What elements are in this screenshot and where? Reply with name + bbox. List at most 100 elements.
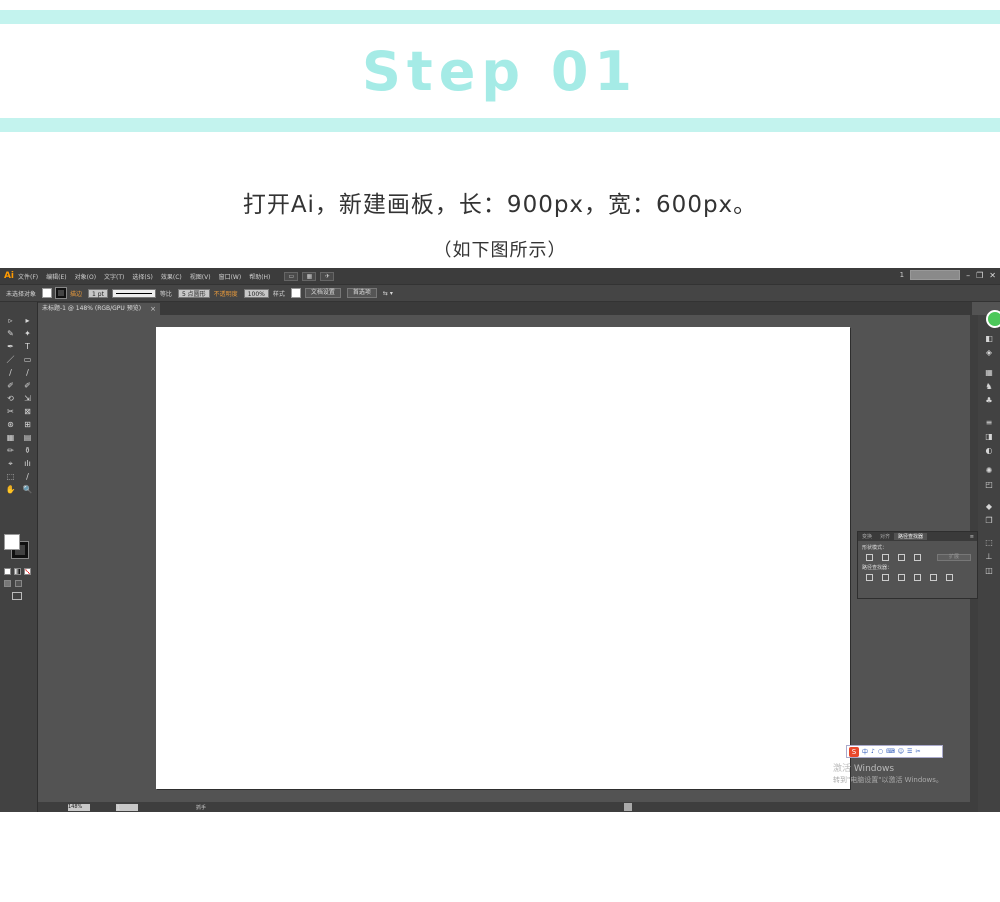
ime-tools-icon[interactable]: ✂ <box>915 748 920 755</box>
trim-icon[interactable] <box>882 574 889 581</box>
perspective-grid-tool-icon[interactable]: ⊞ <box>21 420 34 430</box>
draw-normal-icon[interactable] <box>4 580 11 587</box>
free-transform-tool-icon[interactable]: ⊠ <box>21 407 34 417</box>
menu-window[interactable]: 窗口(W) <box>219 272 242 281</box>
lasso-tool-icon[interactable]: ✦ <box>21 329 34 339</box>
swatches-icon[interactable]: ▦ <box>984 369 994 377</box>
slice-tool-icon[interactable]: ∕ <box>21 472 34 482</box>
shape-builder-tool-icon[interactable]: ⊛ <box>4 420 17 430</box>
menu-help[interactable]: 帮助(H) <box>249 272 270 281</box>
ime-emoji-icon[interactable]: ☺ <box>898 748 904 755</box>
menu-view[interactable]: 视图(V) <box>190 272 211 281</box>
stroke-panel-icon[interactable]: ≡ <box>984 419 994 427</box>
menu-effect[interactable]: 效果(C) <box>161 272 182 281</box>
none-mode-icon[interactable] <box>24 568 31 575</box>
symbol-sprayer-tool-icon[interactable]: ⌖ <box>4 459 17 469</box>
artboard-navigation-field[interactable]: 1 <box>116 803 138 812</box>
gradient-tool-icon[interactable]: ▤ <box>21 433 34 443</box>
merge-icon[interactable] <box>898 574 905 581</box>
graphic-style-swatch[interactable] <box>290 288 301 298</box>
divide-icon[interactable] <box>866 574 873 581</box>
notification-badge-icon[interactable] <box>986 310 1000 328</box>
layers-icon[interactable]: ◆ <box>984 503 994 511</box>
blend-tool-icon[interactable]: ⚱ <box>21 446 34 456</box>
workspace-switcher[interactable]: 1 <box>900 271 904 279</box>
horizontal-scrollbar-thumb[interactable] <box>624 803 632 811</box>
menu-edit[interactable]: 编辑(E) <box>46 272 66 281</box>
rectangle-tool-icon[interactable]: ▭ <box>21 355 34 365</box>
rotate-tool-icon[interactable]: ⟲ <box>4 394 17 404</box>
gradient-mode-icon[interactable] <box>14 568 21 575</box>
minus-back-icon[interactable] <box>946 574 953 581</box>
tab-untitled-1[interactable]: 未标题-1 @ 148% (RGB/GPU 预览) × <box>38 303 160 315</box>
ime-punct-icon[interactable]: ○ <box>878 748 883 755</box>
eyedropper-tool-icon[interactable]: ✏ <box>4 446 17 456</box>
stroke-weight-field[interactable]: 1 pt <box>88 288 108 298</box>
gradient-panel-icon[interactable]: ◨ <box>984 433 994 441</box>
artboard-tool-icon[interactable]: ⬚ <box>4 472 17 482</box>
width-tool-icon[interactable]: ✂ <box>4 407 17 417</box>
fill-swatch[interactable] <box>42 288 53 298</box>
ime-chinese-icon[interactable]: 中 <box>862 747 868 756</box>
ime-menu-icon[interactable]: ☰ <box>907 748 912 755</box>
align-icon[interactable]: ⊥ <box>984 553 994 561</box>
color-panel-icon[interactable]: ◧ <box>984 335 994 343</box>
exclude-icon[interactable] <box>914 554 921 561</box>
document-setup-button[interactable]: 文档设置 <box>304 288 341 298</box>
artboard[interactable] <box>156 327 850 789</box>
menu-object[interactable]: 对象(O) <box>75 272 96 281</box>
search-input[interactable] <box>910 270 961 280</box>
hand-tool-icon[interactable]: ✋ <box>4 485 17 495</box>
minus-front-icon[interactable] <box>882 554 889 561</box>
magic-wand-tool-icon[interactable]: ✎ <box>4 329 17 339</box>
selection-tool-icon[interactable]: ▹ <box>4 316 17 326</box>
pen-tool-icon[interactable]: ✒ <box>4 342 17 352</box>
menu-type[interactable]: 文字(T) <box>104 272 124 281</box>
column-graph-tool-icon[interactable]: ılı <box>21 459 34 469</box>
artboards-icon[interactable]: ❐ <box>984 517 994 525</box>
shaper-tool-icon[interactable]: ✐ <box>4 381 17 391</box>
fill-color-box[interactable] <box>4 534 20 550</box>
stroke-style-label[interactable]: 等比 <box>160 289 172 298</box>
zoom-tool-icon[interactable]: 🔍 <box>21 485 34 495</box>
outline-icon[interactable] <box>930 574 937 581</box>
draw-behind-icon[interactable] <box>15 580 22 587</box>
stroke-label[interactable]: 描边 <box>70 289 82 298</box>
tab-pathfinder[interactable]: 路径查找器 <box>894 533 928 540</box>
brushes-icon[interactable]: ♞ <box>984 383 994 391</box>
line-tool-icon[interactable]: ／ <box>4 355 17 365</box>
variable-width-profile[interactable] <box>111 288 156 298</box>
transparency-icon[interactable]: ◐ <box>984 447 994 455</box>
color-guide-icon[interactable]: ◈ <box>984 349 994 357</box>
current-tool-status[interactable]: 抓手 <box>196 804 206 811</box>
gpu-rocket-icon[interactable]: ✈ <box>320 271 335 281</box>
brush-definition[interactable]: 5 点圆形 <box>177 288 210 298</box>
bridge-button[interactable]: ▭ <box>284 271 299 281</box>
paintbrush-tool-icon[interactable]: ∕ <box>4 368 17 378</box>
tab-transform[interactable]: 变换 <box>858 533 876 540</box>
symbols-icon[interactable]: ♣ <box>984 397 994 405</box>
crop-icon[interactable] <box>914 574 921 581</box>
close-button[interactable]: ✕ <box>989 271 996 280</box>
restore-button[interactable]: ❐ <box>976 271 983 280</box>
sogou-logo-icon[interactable]: S <box>849 746 859 757</box>
minimize-button[interactable]: – <box>966 271 970 280</box>
color-mode-icon[interactable] <box>4 568 11 575</box>
transform-icon[interactable]: ⬚ <box>984 539 994 547</box>
mesh-tool-icon[interactable]: ▦ <box>4 433 17 443</box>
stroke-swatch[interactable] <box>55 287 68 299</box>
menu-select[interactable]: 选择(S) <box>132 272 153 281</box>
pencil-tool-icon[interactable]: ∕ <box>21 368 34 378</box>
preferences-button[interactable]: 首选项 <box>346 288 377 298</box>
appearance-icon[interactable]: ✺ <box>984 467 994 475</box>
unite-icon[interactable] <box>866 554 873 561</box>
expand-button[interactable]: 扩展 <box>937 554 971 561</box>
opacity-label[interactable]: 不透明度 <box>214 289 238 298</box>
type-tool-icon[interactable]: T <box>21 342 34 352</box>
arrange-documents-button[interactable]: ▦ <box>302 271 317 281</box>
ime-music-icon[interactable]: ♪ <box>871 748 875 755</box>
panel-menu-icon[interactable]: ≡ <box>970 534 974 540</box>
tab-close-icon[interactable]: × <box>150 303 156 315</box>
eraser-tool-icon[interactable]: ✐ <box>21 381 34 391</box>
pathfinder-icon[interactable]: ◫ <box>984 567 994 575</box>
